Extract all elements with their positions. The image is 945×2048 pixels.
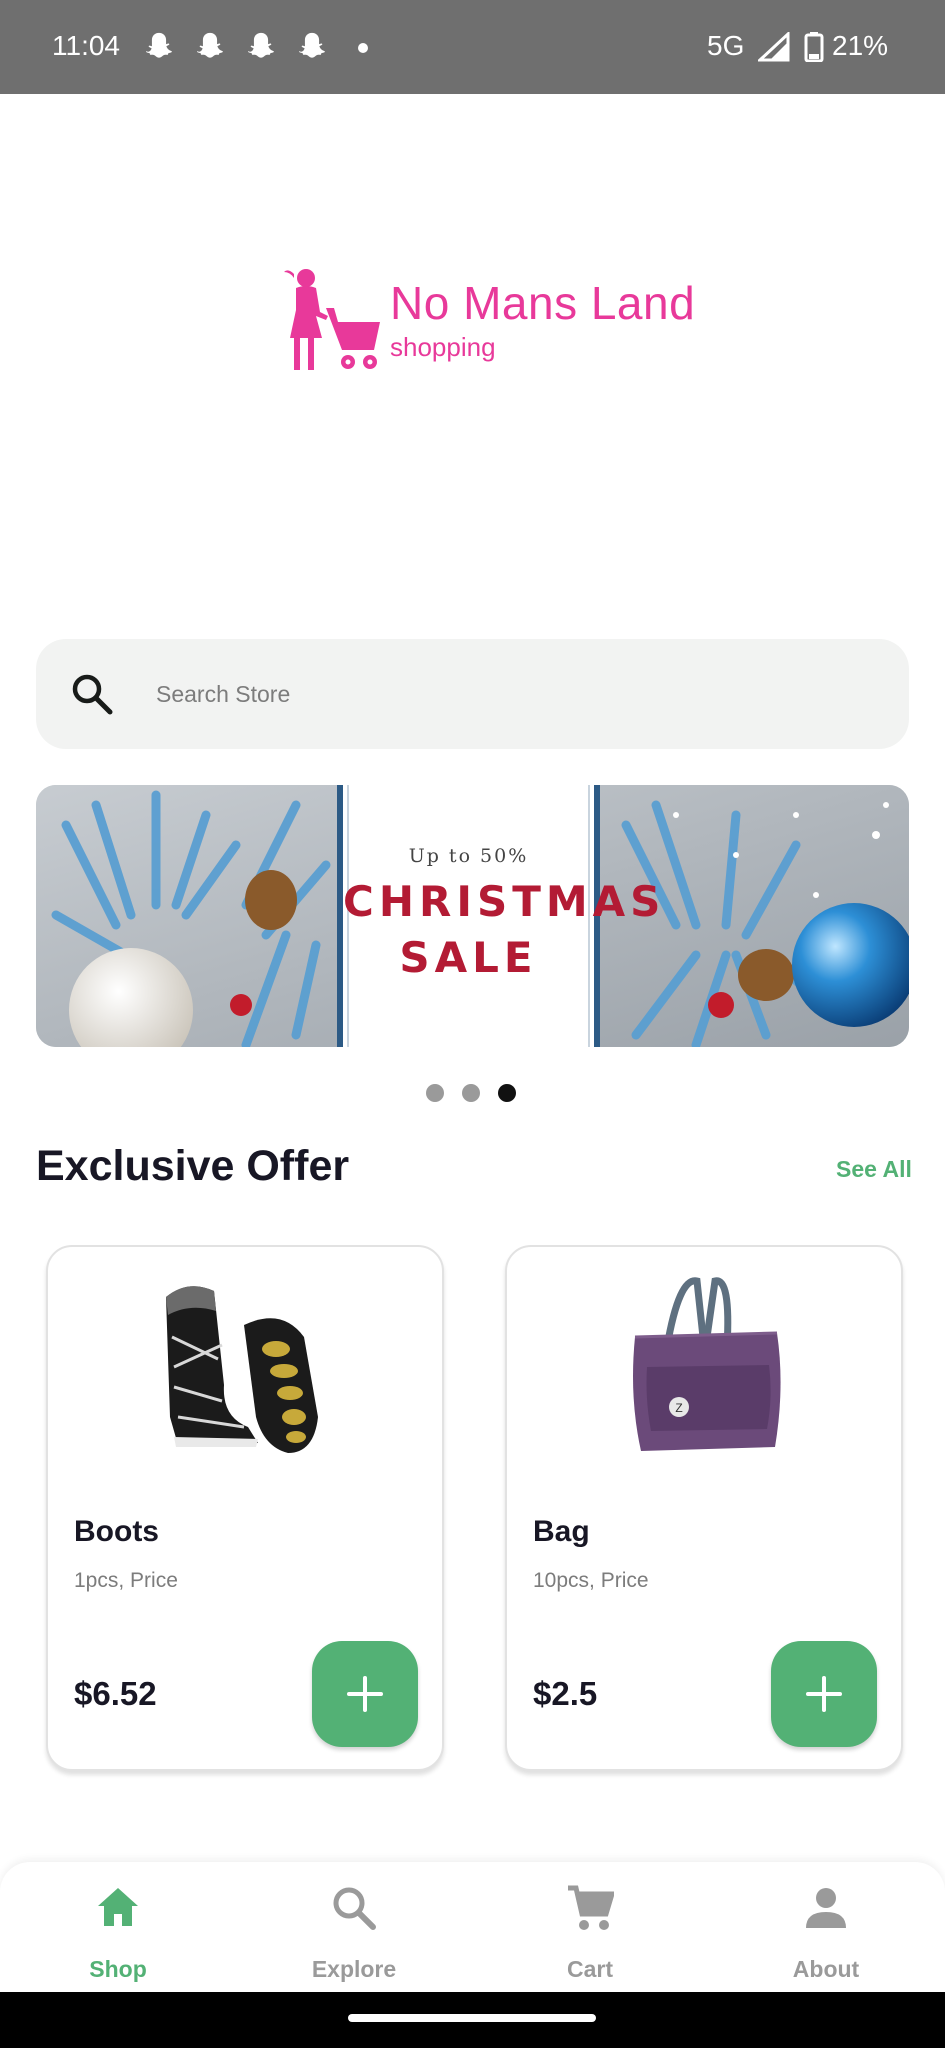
- boots-image: [166, 1286, 318, 1453]
- status-time: 11:04: [52, 30, 120, 61]
- nav-label: Cart: [566, 1956, 613, 1982]
- nav-item-cart[interactable]: Cart: [472, 1862, 708, 1992]
- product-quantity: 10pcs, Price: [533, 1569, 649, 1592]
- snapchat-icon: [248, 32, 274, 58]
- system-navigation-bar: [0, 1992, 945, 2048]
- home-icon: [98, 1888, 138, 1926]
- brand-name: No Mans Land: [390, 277, 696, 329]
- product-name: Boots: [74, 1515, 159, 1548]
- promo-banner[interactable]: Up to 50% CHRISTMAS SALE: [36, 785, 909, 1047]
- signal-icon: [758, 32, 790, 62]
- cart-icon: [568, 1885, 614, 1930]
- product-price: $6.52: [74, 1675, 157, 1712]
- search-icon: [72, 674, 113, 715]
- snapchat-icon: [299, 32, 325, 58]
- person-icon: [806, 1888, 846, 1928]
- brand-tagline: shopping: [390, 332, 496, 362]
- product-price: $2.5: [533, 1675, 598, 1712]
- promo-center-panel: Up to 50% CHRISTMAS SALE: [337, 785, 666, 1047]
- status-bar: 11:04 5G 21%: [0, 0, 945, 94]
- bottom-navigation: Shop Explore Cart About: [0, 1862, 945, 1992]
- carousel-dot[interactable]: [462, 1084, 480, 1102]
- search-input[interactable]: [156, 667, 856, 721]
- shopper-cart-icon: [284, 269, 380, 370]
- battery-icon: [804, 32, 824, 62]
- add-to-cart-button[interactable]: [771, 1641, 877, 1747]
- search-bar[interactable]: [36, 639, 909, 749]
- add-to-cart-button[interactable]: [312, 1641, 418, 1747]
- more-notifications-dot: [358, 43, 368, 53]
- network-type: 5G: [707, 30, 745, 61]
- see-all-link[interactable]: See All: [836, 1156, 912, 1183]
- bag-image: Z: [633, 1277, 781, 1451]
- product-card-bag[interactable]: Z Bag 10pcs, Price $2.5: [505, 1245, 903, 1771]
- section-title: Exclusive Offer: [36, 1142, 350, 1190]
- product-card-boots[interactable]: Boots 1pcs, Price $6.52: [46, 1245, 444, 1771]
- carousel-dot[interactable]: [426, 1084, 444, 1102]
- product-name: Bag: [533, 1515, 590, 1548]
- search-icon: [333, 1887, 376, 1930]
- promo-discount: Up to 50%: [408, 845, 529, 867]
- promo-title-2: SALE: [399, 933, 538, 982]
- nav-item-explore[interactable]: Explore: [236, 1862, 472, 1992]
- nav-label: Shop: [89, 1956, 147, 1982]
- brand-logo: No Mans Land shopping: [282, 266, 695, 378]
- nav-label: About: [792, 1956, 860, 1982]
- snapchat-icon: [146, 32, 172, 58]
- product-quantity: 1pcs, Price: [74, 1569, 178, 1592]
- home-gesture-handle[interactable]: [348, 2014, 596, 2022]
- nav-label: Explore: [311, 1956, 397, 1982]
- screen: 11:04 5G 21% No Mans Land shopping Searc…: [0, 0, 945, 2048]
- svg-text:Z: Z: [675, 1401, 682, 1415]
- snapchat-icon: [197, 32, 223, 58]
- carousel-dot-active[interactable]: [498, 1084, 516, 1102]
- promo-title-1: CHRISTMAS: [343, 877, 666, 926]
- nav-item-about[interactable]: About: [708, 1862, 944, 1992]
- battery-percent: 21%: [832, 30, 889, 61]
- nav-item-shop[interactable]: Shop: [0, 1862, 236, 1992]
